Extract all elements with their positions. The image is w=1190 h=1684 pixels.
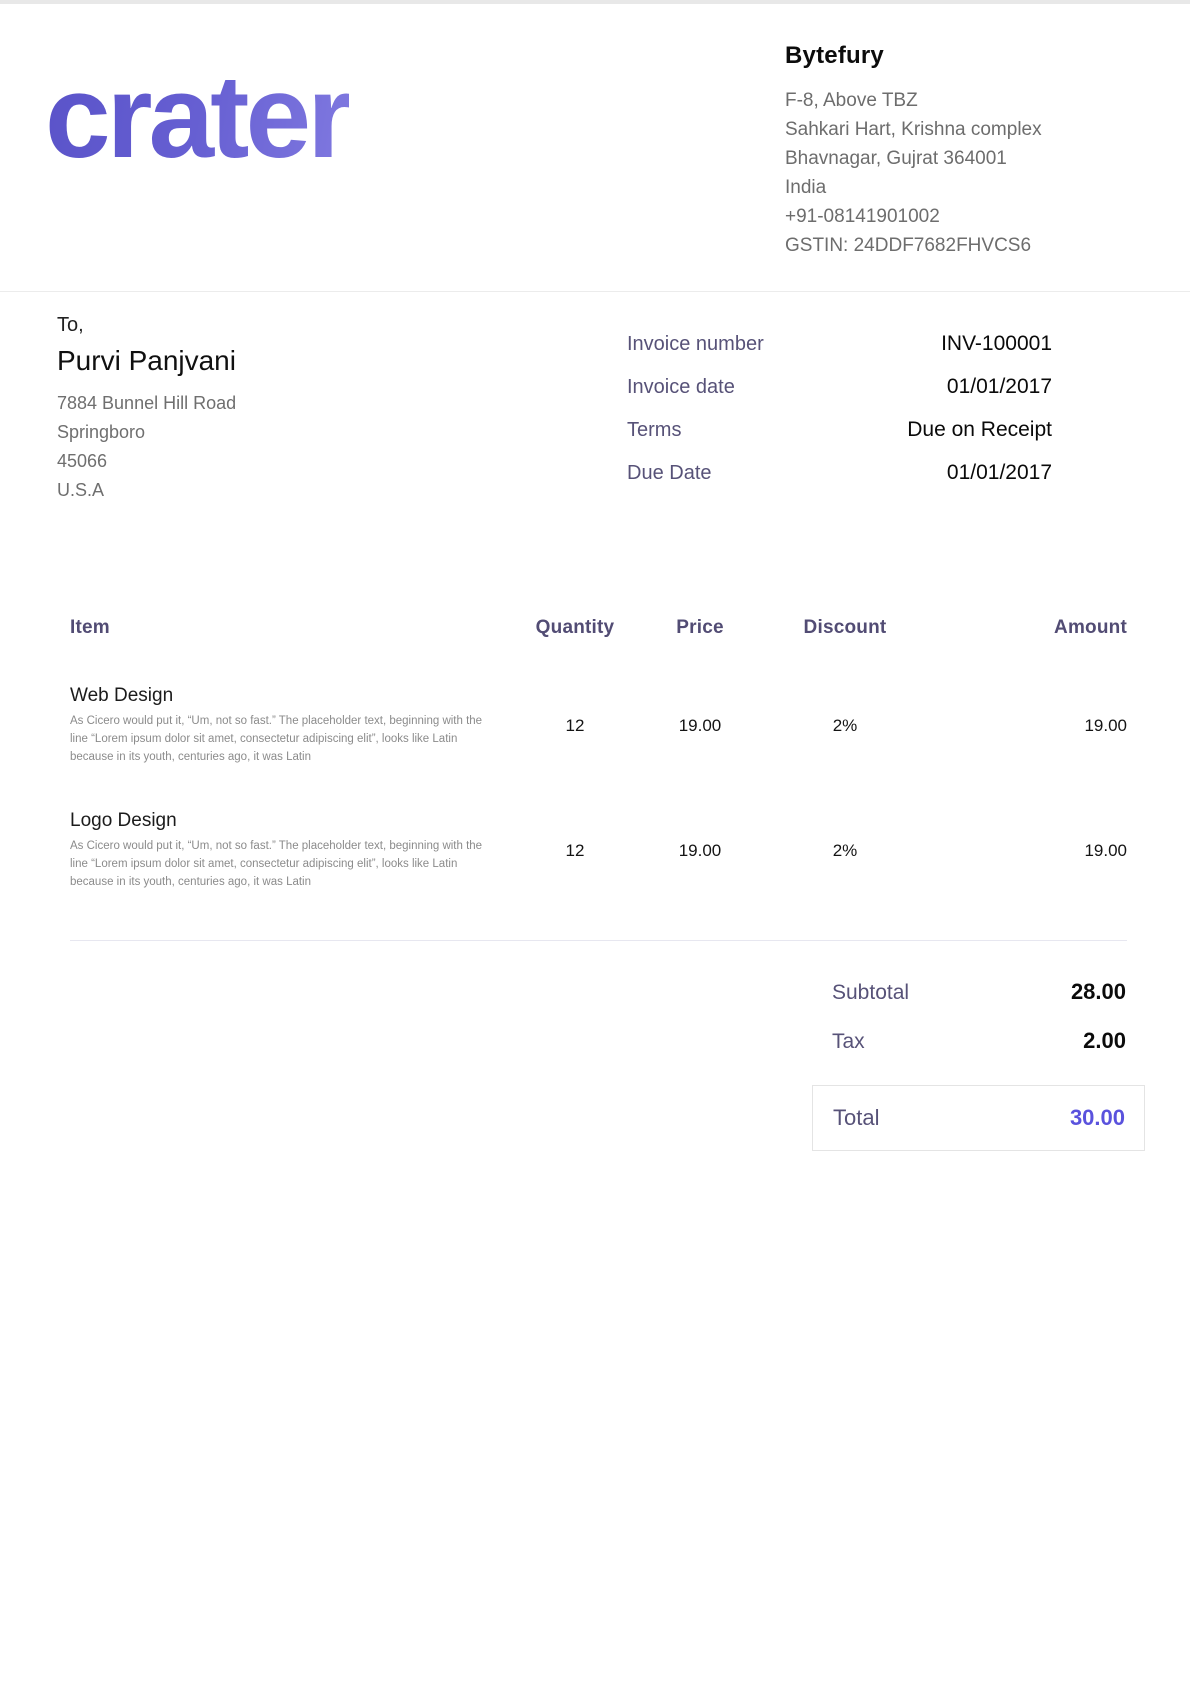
company-info: Bytefury F-8, Above TBZ Sahkari Hart, Kr… [785, 4, 1190, 291]
due-date-label: Due Date [627, 462, 712, 485]
total-value: 30.00 [1070, 1105, 1125, 1131]
bill-to-intro: To, [57, 314, 236, 337]
item-name: Logo Design [70, 810, 515, 832]
total-box: Total 30.00 [812, 1085, 1145, 1151]
items-table-header-row: Item Quantity Price Discount Amount [70, 617, 1127, 639]
tax-label: Tax [832, 1030, 865, 1054]
item-price: 19.00 [635, 841, 765, 861]
company-address-line: India [785, 173, 1190, 202]
terms-label: Terms [627, 419, 681, 442]
item-row: Logo Design As Cicero would put it, “Um,… [70, 810, 1127, 891]
customer-name: Purvi Panjvani [57, 345, 236, 377]
total-label: Total [833, 1105, 879, 1131]
item-quantity: 12 [515, 716, 635, 736]
bill-to-block: To, Purvi Panjvani 7884 Bunnel Hill Road… [57, 314, 236, 505]
items-table: Item Quantity Price Discount Amount Web … [0, 617, 1190, 892]
item-amount: 19.00 [925, 716, 1127, 736]
item-description: As Cicero would put it, “Um, not so fast… [70, 713, 490, 766]
customer-address-line: 7884 Bunnel Hill Road [57, 389, 236, 418]
company-address-line: Sahkari Hart, Krishna complex [785, 115, 1190, 144]
invoice-number-label: Invoice number [627, 333, 764, 356]
invoice-meta-row: Invoice number INV-100001 [627, 332, 1052, 356]
column-header-discount: Discount [765, 617, 925, 639]
column-header-amount: Amount [925, 617, 1127, 639]
invoice-meta-block: Invoice number INV-100001 Invoice date 0… [627, 314, 1052, 505]
item-quantity: 12 [515, 841, 635, 861]
invoice-meta-row: Terms Due on Receipt [627, 418, 1052, 442]
invoice-number-value: INV-100001 [941, 332, 1052, 356]
invoice-header: crater Bytefury F-8, Above TBZ Sahkari H… [0, 4, 1190, 292]
item-description: As Cicero would put it, “Um, not so fast… [70, 838, 490, 891]
column-header-price: Price [635, 617, 765, 639]
invoice-meta-row: Invoice date 01/01/2017 [627, 375, 1052, 399]
company-phone: +91-08141901002 [785, 202, 1190, 231]
item-discount: 2% [765, 716, 925, 736]
invoice-date-value: 01/01/2017 [947, 375, 1052, 399]
company-address-line: F-8, Above TBZ [785, 86, 1190, 115]
company-name: Bytefury [785, 42, 1190, 70]
tax-row: Tax 2.00 [812, 1028, 1145, 1054]
item-row: Web Design As Cicero would put it, “Um, … [70, 685, 1127, 766]
item-name: Web Design [70, 685, 515, 707]
customer-address-line: U.S.A [57, 476, 236, 505]
subtotal-row: Subtotal 28.00 [812, 979, 1145, 1005]
crater-logo: crater [45, 58, 349, 176]
company-address-line: Bhavnagar, Gujrat 364001 [785, 144, 1190, 173]
column-header-quantity: Quantity [515, 617, 635, 639]
subtotal-value: 28.00 [1071, 979, 1126, 1005]
invoice-meta-row: Due Date 01/01/2017 [627, 461, 1052, 485]
due-date-value: 01/01/2017 [947, 461, 1052, 485]
subtotal-label: Subtotal [832, 981, 909, 1005]
item-cell: Web Design As Cicero would put it, “Um, … [70, 685, 515, 766]
invoice-info-section: To, Purvi Panjvani 7884 Bunnel Hill Road… [0, 292, 1190, 505]
customer-address-line: 45066 [57, 447, 236, 476]
totals-section: Subtotal 28.00 Tax 2.00 Total 30.00 [0, 979, 1190, 1151]
logo-container: crater [45, 4, 349, 291]
item-amount: 19.00 [925, 841, 1127, 861]
totals-divider [70, 940, 1127, 941]
customer-address-line: Springboro [57, 418, 236, 447]
column-header-item: Item [70, 617, 515, 639]
item-price: 19.00 [635, 716, 765, 736]
tax-value: 2.00 [1083, 1028, 1126, 1054]
company-gstin: GSTIN: 24DDF7682FHVCS6 [785, 231, 1190, 260]
item-cell: Logo Design As Cicero would put it, “Um,… [70, 810, 515, 891]
item-discount: 2% [765, 841, 925, 861]
invoice-date-label: Invoice date [627, 376, 735, 399]
terms-value: Due on Receipt [907, 418, 1052, 442]
